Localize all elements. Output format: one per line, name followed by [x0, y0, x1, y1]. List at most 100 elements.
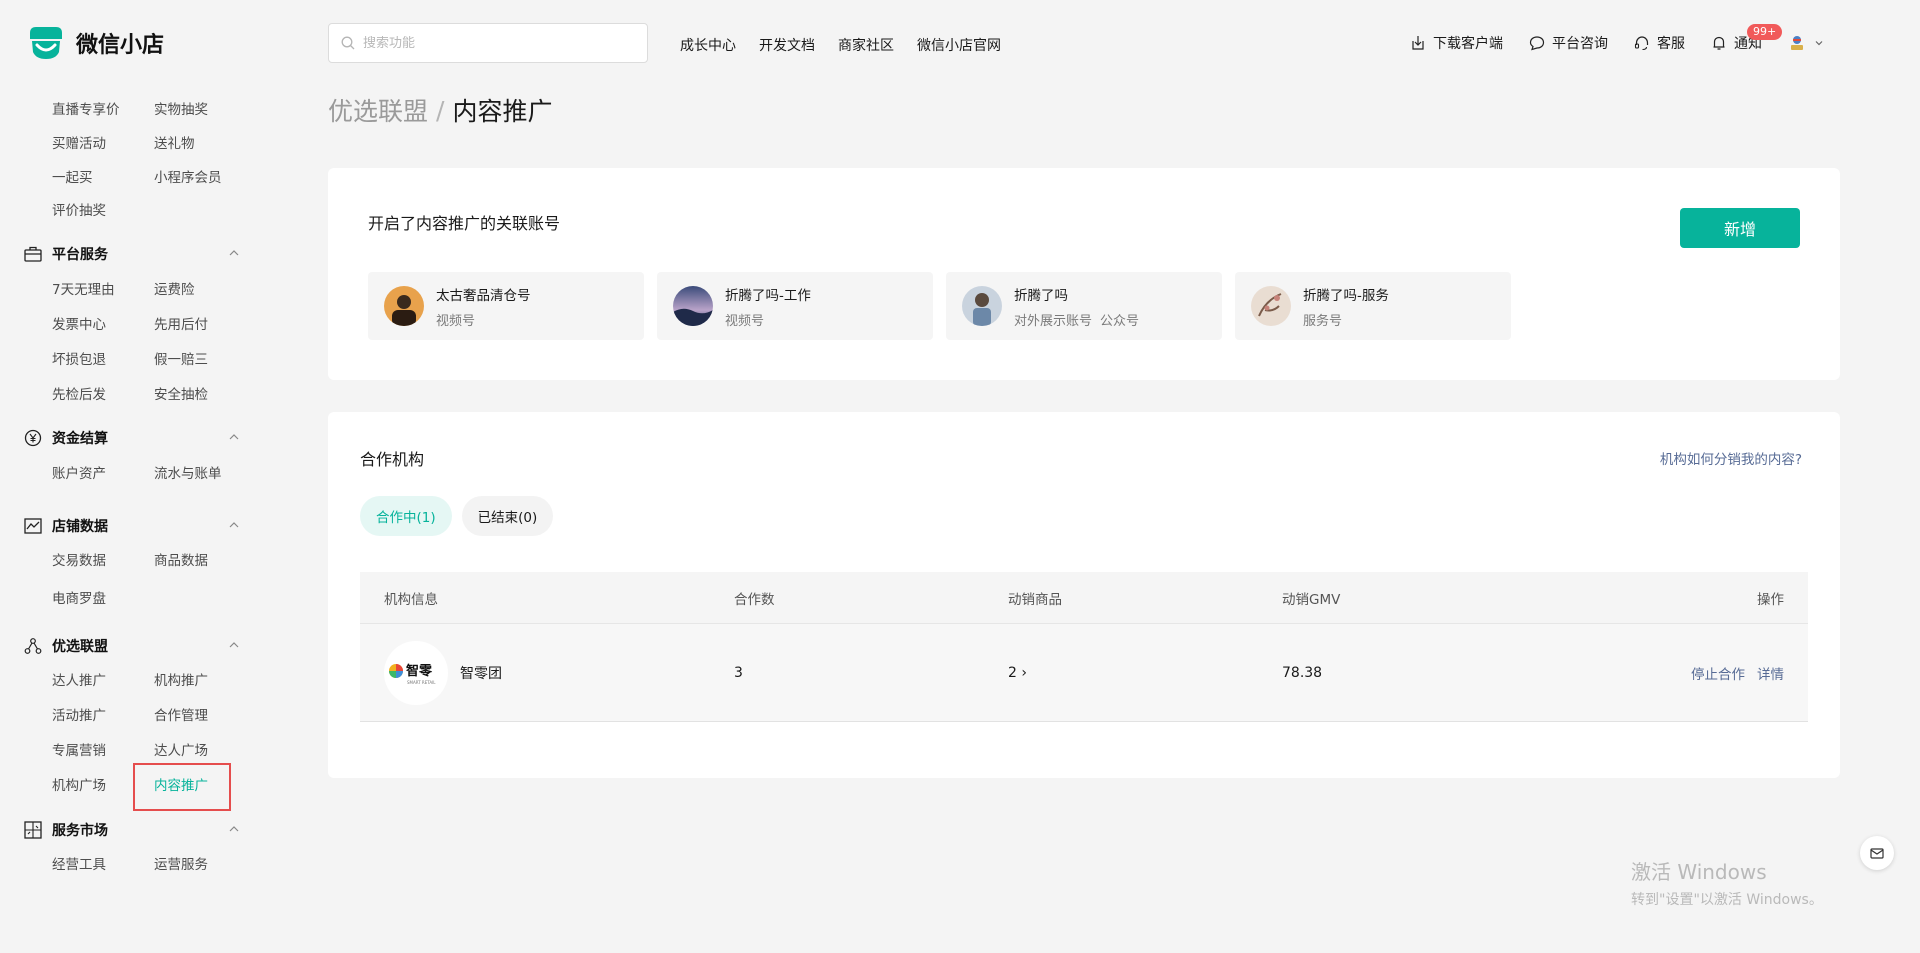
sidebar-item[interactable]: 机构推广: [154, 669, 208, 689]
chevron-up-icon[interactable]: [228, 520, 240, 530]
column-header: 合作数: [734, 591, 775, 608]
account-card[interactable]: 折腾了吗-工作 视频号: [657, 272, 933, 340]
sidebar-item[interactable]: 先检后发: [52, 383, 106, 403]
partner-table: 机构信息 合作数 动销商品 动销GMV 操作 智零 SMART RETAIL 智…: [360, 572, 1808, 722]
account-card[interactable]: 折腾了吗-服务 服务号: [1235, 272, 1511, 340]
sidebar-item[interactable]: 运营服务: [154, 853, 208, 873]
tab-ended[interactable]: 已结束(0): [461, 496, 554, 536]
chevron-up-icon[interactable]: [228, 248, 240, 258]
notify-badge: 99+: [1747, 24, 1783, 40]
nav-merchant-community[interactable]: 商家社区: [838, 35, 894, 55]
status-tabs: 合作中(1) 已结束(0): [360, 496, 563, 536]
sidebar-item[interactable]: 直播专享价: [52, 98, 120, 118]
sidebar-item[interactable]: 达人推广: [52, 669, 106, 689]
account-name: 折腾了吗-服务: [1303, 287, 1389, 304]
sidebar-item[interactable]: 专属营销: [52, 739, 106, 759]
account-name: 折腾了吗: [1014, 287, 1068, 304]
sidebar-item[interactable]: 买赠活动: [52, 132, 106, 152]
sidebar-item[interactable]: 合作管理: [154, 704, 208, 724]
consult-label: 平台咨询: [1552, 36, 1608, 52]
sidebar-item[interactable]: 发票中心: [52, 313, 106, 333]
search-box[interactable]: [328, 23, 648, 63]
linked-accounts-card: 开启了内容推广的关联账号 新增 太古奢品清仓号 视频号 折腾了吗-工作 视频号 …: [328, 168, 1840, 380]
help-link[interactable]: 机构如何分销我的内容?: [1660, 448, 1802, 468]
tab-cooperating[interactable]: 合作中(1): [360, 496, 452, 536]
customer-service-button[interactable]: 客服: [1634, 33, 1685, 53]
account-card[interactable]: 太古奢品清仓号 视频号: [368, 272, 644, 340]
sidebar-item[interactable]: 坏损包退: [52, 348, 106, 368]
sidebar-item[interactable]: 先用后付: [154, 313, 208, 333]
products-link[interactable]: 2 ›: [1008, 624, 1027, 721]
breadcrumb-parent[interactable]: 优选联盟: [328, 92, 428, 128]
headset-icon: [1634, 36, 1649, 51]
search-input[interactable]: [363, 35, 633, 51]
sidebar-item[interactable]: 流水与账单: [154, 462, 222, 482]
sidebar-item[interactable]: 运费险: [154, 278, 195, 298]
market-icon: [24, 821, 42, 839]
user-avatar[interactable]: [1788, 34, 1806, 52]
sidebar-item-label: 内容推广: [154, 778, 208, 794]
row-actions: 停止合作 详情: [1679, 624, 1784, 721]
account-card[interactable]: 折腾了吗 对外展示账号 公众号: [946, 272, 1222, 340]
sidebar-item[interactable]: 实物抽奖: [154, 98, 208, 118]
download-icon: [1412, 36, 1424, 50]
sidebar-item[interactable]: 电商罗盘: [52, 587, 106, 607]
sidebar-item[interactable]: 送礼物: [154, 132, 195, 152]
sidebar-item[interactable]: 达人广场: [154, 739, 208, 759]
sidebar-item[interactable]: 评价抽奖: [52, 199, 106, 219]
nav-official-site[interactable]: 微信小店官网: [917, 35, 1001, 55]
briefcase-icon: [24, 246, 42, 262]
sidebar-item[interactable]: 交易数据: [52, 549, 106, 569]
sidebar-item[interactable]: 一起买: [52, 166, 93, 186]
sidebar-item[interactable]: 安全抽检: [154, 383, 208, 403]
sidebar-item[interactable]: 商品数据: [154, 549, 208, 569]
sidebar-item[interactable]: 经营工具: [52, 853, 106, 873]
add-button[interactable]: 新增: [1680, 208, 1800, 248]
sidebar-item[interactable]: 活动推广: [52, 704, 106, 724]
sidebar-item[interactable]: 假一赔三: [154, 348, 208, 368]
platform-consult-button[interactable]: 平台咨询: [1529, 33, 1608, 53]
top-header: 微信小店 成长中心 开发文档 商家社区 微信小店官网 下载客户端 平台咨询: [0, 0, 1920, 88]
org-logo-subtext: SMART RETAIL: [407, 680, 436, 685]
linked-accounts-title: 开启了内容推广的关联账号: [368, 214, 561, 233]
sidebar-item[interactable]: 7天无理由: [52, 278, 115, 298]
top-nav: 成长中心 开发文档 商家社区 微信小店官网: [680, 35, 1024, 55]
stop-cooperation-link[interactable]: 停止合作: [1691, 663, 1745, 683]
sidebar-item[interactable]: 小程序会员: [154, 166, 222, 186]
sidebar-item[interactable]: 机构广场: [52, 774, 106, 794]
sidebar-group-service-market[interactable]: 服务市场: [24, 820, 108, 840]
table-header: 机构信息 合作数 动销商品 动销GMV 操作: [360, 572, 1808, 624]
logo[interactable]: 微信小店: [26, 25, 164, 61]
account-name: 太古奢品清仓号: [436, 287, 531, 304]
details-link[interactable]: 详情: [1757, 663, 1784, 683]
feedback-button[interactable]: [1860, 836, 1894, 870]
sidebar-group-fund-settlement[interactable]: 资金结算: [24, 428, 108, 448]
windows-activation-watermark: 激活 Windows 转到"设置"以激活 Windows。: [1631, 856, 1823, 909]
chevron-up-icon[interactable]: [228, 640, 240, 650]
chevron-down-icon[interactable]: [1814, 38, 1824, 48]
chevron-up-icon[interactable]: [228, 432, 240, 442]
account-type: 视频号: [725, 313, 765, 329]
nav-dev-docs[interactable]: 开发文档: [759, 35, 815, 55]
column-header: 动销商品: [1008, 591, 1062, 608]
avatar: [1251, 286, 1291, 326]
nav-growth-center[interactable]: 成长中心: [680, 35, 736, 55]
avatar: [673, 286, 713, 326]
chart-icon: [24, 518, 42, 534]
breadcrumb: 优选联盟 / 内容推广: [328, 92, 552, 128]
org-info: 智零 SMART RETAIL 智零团: [384, 624, 502, 721]
sidebar-item[interactable]: 账户资产: [52, 462, 106, 482]
notification-button[interactable]: 通知 99+: [1711, 24, 1783, 53]
sidebar-group-shop-data[interactable]: 店铺数据: [24, 516, 108, 536]
sidebar-item-content-promotion[interactable]: 内容推广: [133, 763, 231, 811]
sidebar-group-selection-alliance[interactable]: 优选联盟: [24, 636, 108, 656]
shop-logo-icon: [26, 25, 66, 61]
table-row: 智零 SMART RETAIL 智零团 3 2 › 78.38 停止合作 详情: [360, 624, 1808, 722]
download-client-button[interactable]: 下载客户端: [1410, 33, 1503, 53]
sidebar-group-title: 资金结算: [52, 431, 108, 447]
sidebar-group-platform-service[interactable]: 平台服务: [24, 244, 108, 264]
column-header: 操作: [1757, 591, 1784, 608]
sidebar-group-title: 服务市场: [52, 823, 108, 839]
chevron-up-icon[interactable]: [228, 824, 240, 834]
sidebar-group-title: 平台服务: [52, 247, 108, 263]
